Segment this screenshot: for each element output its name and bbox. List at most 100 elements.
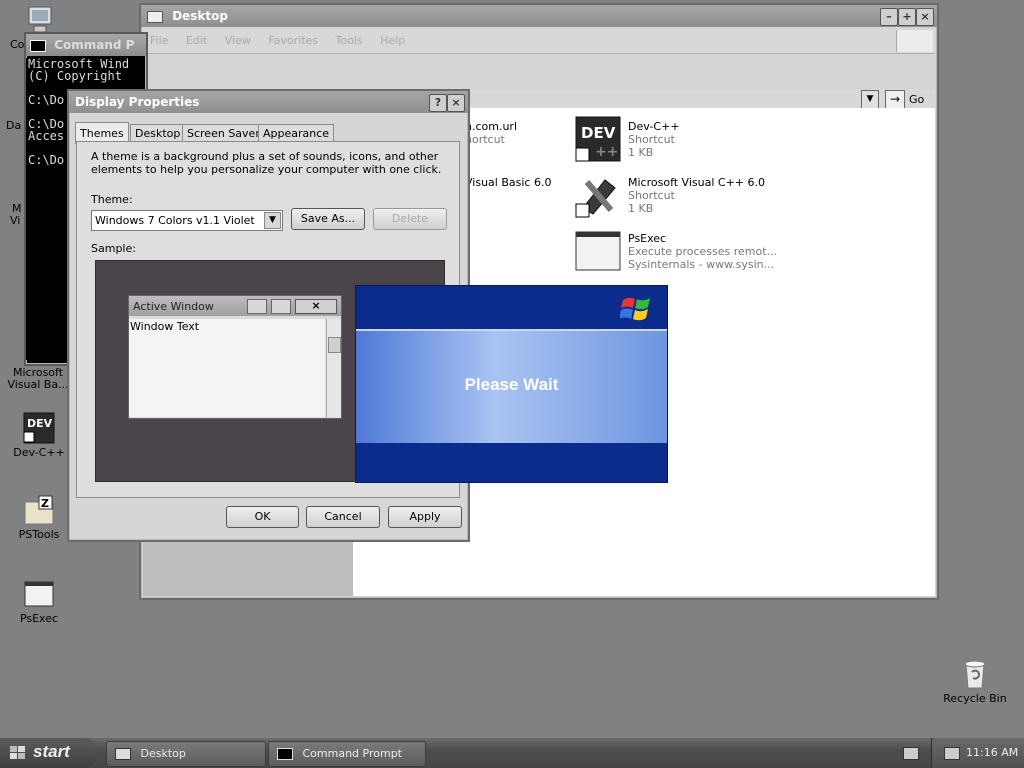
windows-logo-icon [896, 30, 933, 52]
window-title: Desktop [172, 9, 228, 23]
sample-window-titlebar: Active Window × [129, 296, 341, 316]
start-button[interactable]: start [0, 738, 97, 768]
visual-cpp-icon [575, 172, 621, 218]
ok-button[interactable]: OK [226, 506, 299, 528]
dev-cpp-icon: DEV [23, 412, 55, 444]
wait-band: Please Wait [356, 329, 667, 443]
file-name: n.com.url [465, 120, 518, 133]
clock[interactable]: 11:16 AM [966, 746, 1018, 759]
minimize-button[interactable]: – [880, 8, 898, 26]
theme-select-value: Windows 7 Colors v1.1 Violet [95, 214, 255, 227]
go-button[interactable]: Go [909, 93, 924, 106]
maximize-button[interactable]: + [898, 8, 916, 26]
desktop-icon-label: PsExec [19, 612, 59, 625]
svg-text:DEV: DEV [27, 417, 53, 430]
taskbar: start Desktop Command Prompt 11:16 AM [0, 738, 1024, 768]
file-item[interactable]: n.com.url hortcut [465, 120, 517, 146]
dev-cpp-icon: DEV +++ [575, 116, 630, 162]
apply-button[interactable]: Apply [388, 506, 462, 528]
dialog-titlebar[interactable]: Display Properties [69, 91, 468, 113]
file-item[interactable]: DEV +++ Dev-C++ Shortcut 1 KB [575, 116, 935, 166]
folder-icon [147, 10, 163, 23]
file-item[interactable]: PsExec Execute processes remot... Sysint… [575, 228, 935, 278]
window-app-icon [575, 228, 621, 274]
window-title: Command P [54, 38, 135, 52]
file-size: 1 KB [628, 202, 654, 215]
desktop-icon-label: Recycle Bin [943, 692, 1007, 705]
console-icon [30, 39, 46, 52]
go-arrow-icon[interactable]: → [885, 90, 905, 110]
svg-text:Z: Z [41, 497, 49, 510]
please-wait-message: Please Wait [464, 375, 559, 394]
file-name: PsExec [628, 232, 667, 245]
delete-button[interactable]: Delete [373, 208, 447, 230]
maximize-icon [271, 299, 291, 314]
svg-text:DEV: DEV [581, 124, 616, 142]
svg-text:+++: +++ [595, 144, 621, 160]
taskbar-item-label: Command Prompt [302, 747, 403, 760]
sample-window-title: Active Window [133, 300, 214, 313]
file-type: hortcut [465, 133, 505, 146]
menu-favorites[interactable]: Favorites [268, 29, 318, 53]
file-item[interactable]: Microsoft Visual C++ 6.0 Shortcut 1 KB [575, 172, 935, 222]
theme-select[interactable]: Windows 7 Colors v1.1 Violet ▼ [91, 210, 283, 231]
network-icon[interactable] [944, 747, 960, 760]
console-line: (C) Copyright [28, 69, 122, 83]
desktop-icon-pstools[interactable]: Z PSTools [1, 494, 77, 541]
theme-label: Theme: [91, 193, 133, 206]
close-icon: × [295, 299, 337, 314]
menu-file[interactable]: File [150, 29, 168, 53]
toolbar-area [143, 54, 935, 88]
window-title: Display Properties [75, 95, 200, 109]
file-item[interactable]: Visual Basic 6.0 [465, 176, 551, 189]
recycle-bin-icon [959, 658, 991, 690]
file-size: 1 KB [628, 146, 654, 159]
file-name: Dev-C++ [628, 120, 680, 133]
console-icon [277, 748, 293, 760]
desktop-icon-label: Dev-C++ [13, 446, 65, 459]
keyboard-icon[interactable] [903, 747, 919, 760]
windows-logo-icon [10, 746, 26, 760]
console-titlebar[interactable]: Command P [26, 34, 146, 56]
file-name: Microsoft Visual C++ 6.0 [628, 176, 765, 189]
sample-window-text: Window Text [130, 320, 200, 333]
menu-view[interactable]: View [225, 29, 251, 53]
desktop-icon-visual-basic[interactable]: Microsoft Visual Ba... [0, 367, 76, 391]
desktop-icon-psexec[interactable]: PsExec [1, 578, 77, 625]
desktop-icon-recycle-bin[interactable]: Recycle Bin [937, 658, 1013, 705]
windows-logo-icon [619, 292, 654, 322]
menu-edit[interactable]: Edit [186, 29, 207, 53]
please-wait-dialog: Please Wait [355, 285, 668, 483]
theme-description: A theme is a background plus a set of so… [91, 150, 442, 176]
close-button[interactable]: × [447, 94, 465, 112]
address-dropdown-button[interactable]: ▼ [861, 90, 879, 110]
file-description: Execute processes remot... [628, 245, 778, 258]
desktop-icon-label: PSTools [18, 528, 60, 541]
taskbar-item-command-prompt[interactable]: Command Prompt [268, 741, 426, 767]
desktop-icon-label: Microsoft Visual Ba... [7, 366, 69, 391]
minimize-icon [247, 299, 267, 314]
sample-active-window: Active Window × Window Text [128, 295, 342, 419]
chevron-down-icon[interactable]: ▼ [264, 212, 281, 229]
explorer-titlebar[interactable]: Desktop [141, 5, 937, 27]
cancel-button[interactable]: Cancel [306, 506, 380, 528]
taskbar-item-desktop[interactable]: Desktop [106, 741, 266, 767]
system-tray: 11:16 AM [931, 738, 1024, 768]
start-label: start [33, 742, 70, 761]
sample-label: Sample: [91, 242, 136, 255]
taskbar-item-label: Desktop [140, 747, 186, 760]
sample-scrollbar [326, 319, 341, 417]
menu-bar: File Edit View Favorites Tools Help [143, 29, 935, 54]
save-as-button[interactable]: Save As... [291, 208, 365, 230]
desktop-icon-dev-cpp[interactable]: DEV Dev-C++ [1, 412, 77, 459]
file-company: Sysinternals - www.sysin... [628, 258, 775, 271]
sample-window-body: Window Text [129, 319, 325, 417]
help-button[interactable]: ? [429, 94, 447, 112]
menu-help[interactable]: Help [380, 29, 405, 53]
folder-icon [115, 748, 131, 760]
menu-tools[interactable]: Tools [336, 29, 363, 53]
close-button[interactable]: × [916, 8, 934, 26]
file-type: Shortcut [628, 133, 675, 146]
zip-folder-icon: Z [23, 494, 55, 526]
file-name: Visual Basic 6.0 [465, 176, 552, 189]
